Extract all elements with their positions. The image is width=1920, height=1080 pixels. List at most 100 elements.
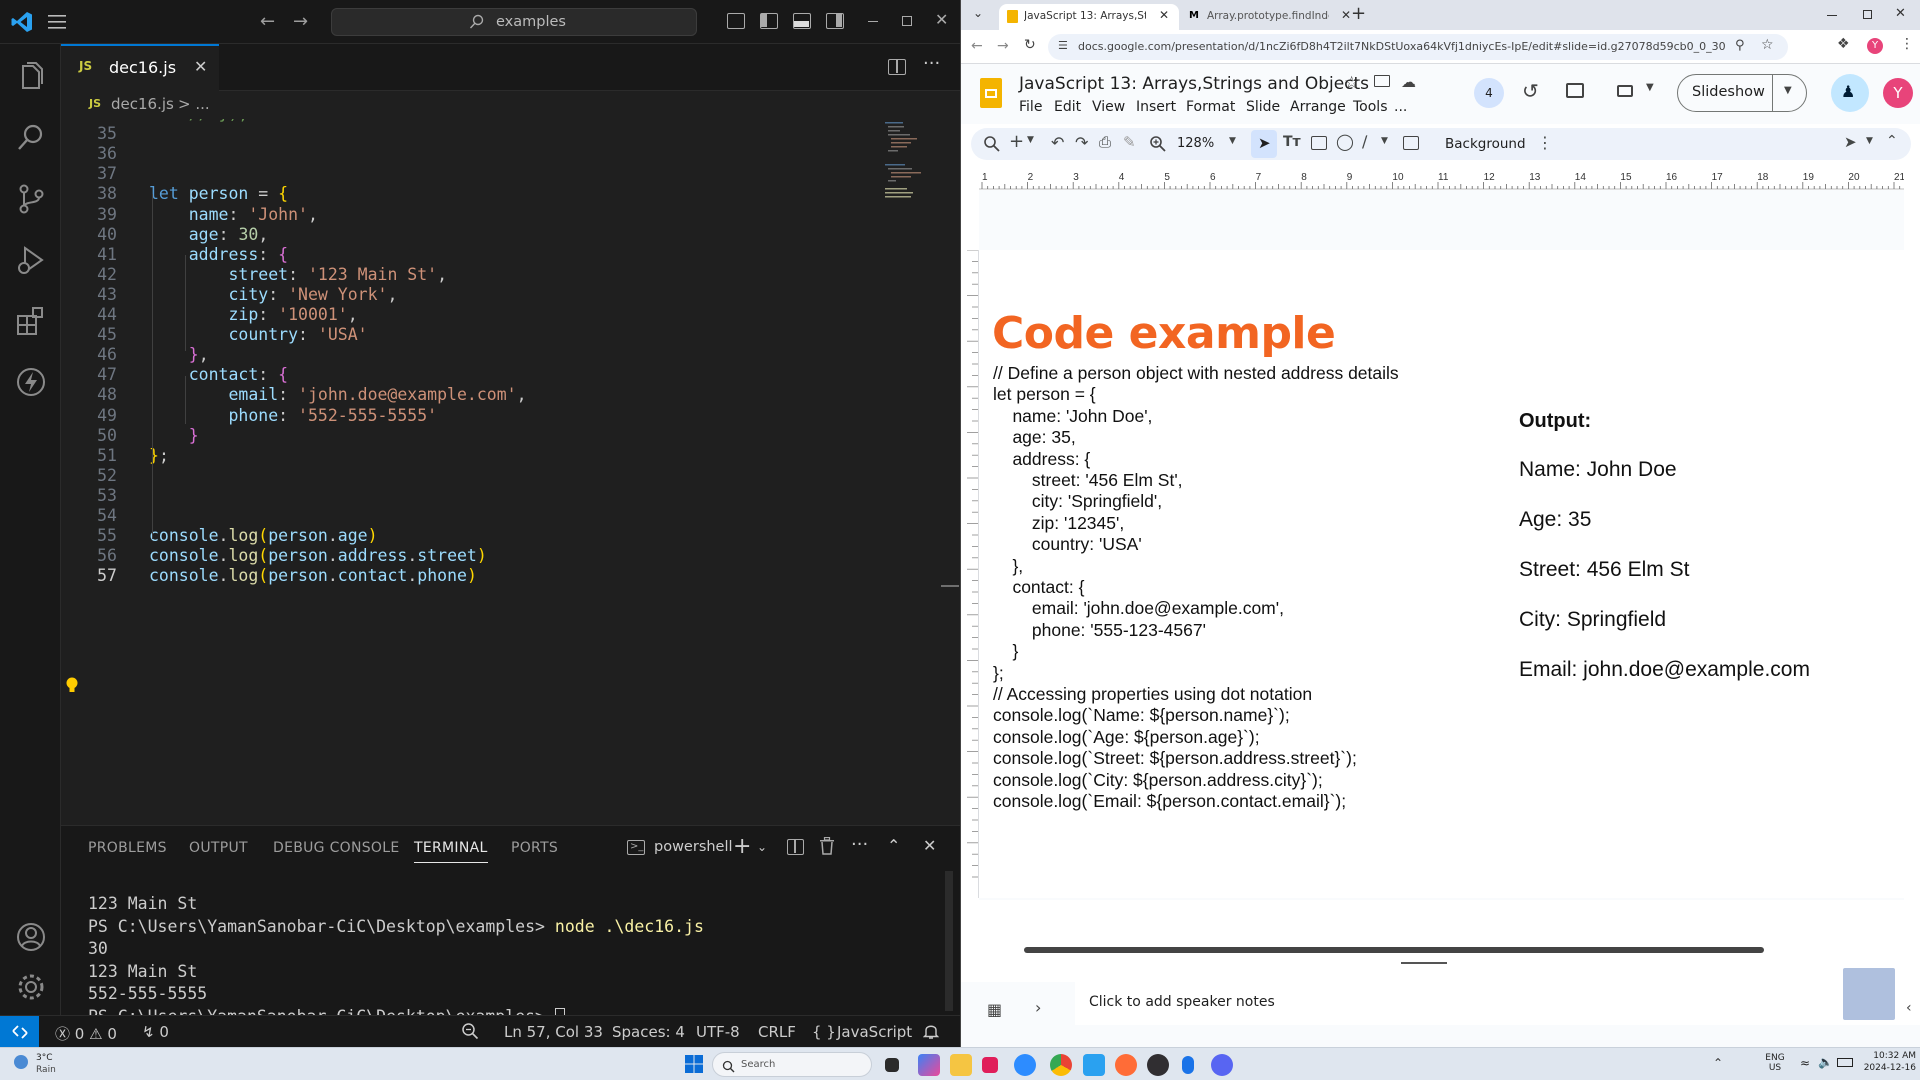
site-info-icon[interactable]: ☰ bbox=[1058, 39, 1068, 52]
grid-view-icon[interactable]: ▦ bbox=[987, 1000, 1002, 1019]
terminal-shell-name[interactable]: powershell bbox=[654, 839, 733, 855]
source-control-icon[interactable] bbox=[14, 182, 48, 216]
collapse-toolbar-icon[interactable]: ⌃ bbox=[1886, 133, 1904, 151]
chevron-down-icon[interactable]: ▼ bbox=[1866, 136, 1884, 154]
back-arrow-icon[interactable]: ← bbox=[260, 11, 275, 32]
wifi-icon[interactable]: ≈ bbox=[1800, 1056, 1810, 1070]
language-mode[interactable]: JavaScript bbox=[837, 1023, 912, 1041]
tab-dec16-js[interactable]: JS dec16.js ✕ bbox=[61, 44, 219, 91]
star-icon[interactable]: ☆ bbox=[1344, 73, 1359, 93]
output-heading[interactable]: Output: bbox=[1519, 410, 1591, 433]
zoom-level[interactable]: 128% bbox=[1177, 136, 1214, 151]
more-menu-icon[interactable]: ⋮ bbox=[1900, 36, 1914, 52]
chevron-right-icon[interactable]: › bbox=[1035, 998, 1041, 1017]
maps-pin-icon[interactable] bbox=[1182, 1056, 1194, 1074]
new-terminal-icon[interactable]: + bbox=[733, 834, 751, 859]
close-window-icon[interactable]: ✕ bbox=[935, 10, 948, 29]
address-bar[interactable]: ☰ docs.google.com/presentation/d/1ncZi6f… bbox=[1048, 34, 1788, 60]
cloud-status-icon[interactable]: ☁ bbox=[1401, 73, 1416, 91]
slide-title[interactable]: Code example bbox=[992, 308, 1336, 359]
slack-icon[interactable] bbox=[982, 1057, 998, 1073]
menu-insert[interactable]: Insert bbox=[1136, 99, 1176, 115]
notifications-bell-icon[interactable] bbox=[922, 1023, 940, 1040]
search-icon[interactable] bbox=[14, 121, 48, 155]
account-avatar[interactable]: Y bbox=[1883, 78, 1913, 108]
back-arrow-icon[interactable]: ← bbox=[971, 38, 983, 54]
chrome-profile-avatar[interactable]: Y bbox=[1867, 38, 1883, 54]
minimize-icon[interactable] bbox=[1827, 15, 1837, 16]
panel-tab-output[interactable]: OUTPUT bbox=[189, 840, 248, 856]
terminal-scrollbar[interactable] bbox=[945, 871, 953, 1011]
menu-tools[interactable]: Tools bbox=[1353, 99, 1388, 115]
accounts-icon[interactable] bbox=[14, 920, 48, 954]
file-explorer-icon[interactable] bbox=[950, 1054, 972, 1076]
chevron-down-icon[interactable]: ⌄ bbox=[757, 840, 767, 854]
pen-tool-icon[interactable]: ➤ bbox=[1844, 133, 1862, 151]
extensions-icon[interactable]: ❖ bbox=[1837, 36, 1850, 52]
toggle-panel-icon[interactable] bbox=[793, 13, 811, 29]
more-actions-icon[interactable]: ··· bbox=[851, 834, 868, 855]
indentation[interactable]: Spaces: 4 bbox=[612, 1023, 685, 1041]
print-icon[interactable]: ⎙ bbox=[1099, 133, 1117, 151]
slide[interactable]: Code example // Define a person object w… bbox=[979, 250, 1904, 898]
insert-image-icon[interactable] bbox=[1311, 136, 1327, 150]
split-editor-icon[interactable] bbox=[888, 59, 906, 75]
close-panel-icon[interactable]: ✕ bbox=[923, 836, 936, 855]
chrome-tab-slides[interactable]: JavaScript 13: Arrays,Strings an ✕ bbox=[999, 4, 1179, 30]
redo-icon[interactable]: ↷ bbox=[1075, 133, 1093, 152]
collaborators-badge[interactable]: 4 bbox=[1474, 78, 1504, 108]
code-editor[interactable]: 34 // });35363738let person = {39 name: … bbox=[61, 119, 960, 825]
run-debug-icon[interactable] bbox=[14, 243, 48, 277]
chevron-down-icon[interactable]: ▼ bbox=[1381, 136, 1399, 154]
close-tab-icon[interactable]: ✕ bbox=[194, 57, 207, 76]
maximize-icon[interactable] bbox=[902, 16, 912, 26]
slides-logo-icon[interactable] bbox=[980, 78, 1002, 108]
line-icon[interactable]: ∕ bbox=[1362, 132, 1380, 151]
close-window-icon[interactable]: ✕ bbox=[1895, 6, 1906, 21]
split-terminal-icon[interactable] bbox=[787, 839, 804, 855]
task-view-icon[interactable] bbox=[885, 1058, 899, 1072]
comments-icon[interactable] bbox=[1566, 83, 1584, 98]
share-button[interactable]: ♟ bbox=[1831, 74, 1869, 112]
slideshow-button[interactable]: Slideshow ▼ bbox=[1677, 74, 1807, 112]
forward-arrow-icon[interactable]: → bbox=[997, 38, 1009, 54]
side-panel-toggle-icon[interactable]: ‹ bbox=[1906, 1000, 1912, 1016]
maximize-panel-icon[interactable]: ⌃ bbox=[887, 836, 900, 855]
code-line[interactable]: 57 console.log(person.contact.phone) bbox=[61, 564, 881, 589]
new-slide-icon[interactable]: + bbox=[1009, 131, 1027, 152]
canvas-scrollbar[interactable] bbox=[1024, 947, 1764, 953]
language-indicator[interactable]: ENG US bbox=[1760, 1053, 1790, 1077]
meet-camera-icon[interactable] bbox=[1617, 85, 1633, 97]
chevron-down-icon[interactable]: ▼ bbox=[1027, 135, 1045, 153]
kill-terminal-icon[interactable] bbox=[819, 836, 835, 855]
vscode-taskbar-icon[interactable] bbox=[1083, 1054, 1105, 1076]
menu-view[interactable]: View bbox=[1092, 99, 1125, 115]
zoom-app-icon[interactable] bbox=[1014, 1054, 1036, 1076]
new-tab-icon[interactable]: + bbox=[1351, 3, 1366, 24]
speaker-notes-box[interactable]: Click to add speaker notes bbox=[1075, 982, 1920, 1025]
start-button[interactable] bbox=[685, 1055, 703, 1073]
encoding[interactable]: UTF-8 bbox=[696, 1023, 740, 1041]
tab-search-icon[interactable]: ⌄ bbox=[973, 6, 983, 20]
document-title[interactable]: JavaScript 13: Arrays,Strings and Object… bbox=[1019, 74, 1369, 94]
zoom-icon[interactable] bbox=[461, 1022, 479, 1040]
zoom-icon[interactable]: ⚲ bbox=[1735, 38, 1745, 53]
chevron-down-icon[interactable]: ▼ bbox=[1229, 136, 1247, 154]
settings-gear-icon[interactable] bbox=[14, 970, 48, 1004]
search-menus-icon[interactable] bbox=[983, 135, 1001, 153]
menu-arrange[interactable]: Arrange bbox=[1290, 99, 1346, 115]
show-hidden-icons[interactable]: ⌃ bbox=[1713, 1056, 1723, 1070]
discord-icon[interactable] bbox=[1211, 1054, 1233, 1076]
panel-tab-terminal[interactable]: TERMINAL bbox=[414, 840, 488, 863]
weather-widget[interactable]: 3°C Rain bbox=[12, 1051, 72, 1079]
menu-icon[interactable] bbox=[48, 13, 68, 31]
undo-icon[interactable]: ↶ bbox=[1051, 133, 1069, 152]
menu-slide[interactable]: Slide bbox=[1246, 99, 1280, 115]
menu-format[interactable]: Format bbox=[1186, 99, 1235, 115]
clock[interactable]: 10:32 AM 2024-12-16 bbox=[1856, 1051, 1916, 1077]
copilot-icon[interactable] bbox=[918, 1054, 940, 1076]
minimap[interactable] bbox=[885, 119, 929, 206]
lightning-extension-icon[interactable] bbox=[14, 365, 48, 399]
close-tab-icon[interactable]: ✕ bbox=[1341, 8, 1351, 22]
slide-canvas[interactable]: Code example // Define a person object w… bbox=[961, 190, 1904, 964]
